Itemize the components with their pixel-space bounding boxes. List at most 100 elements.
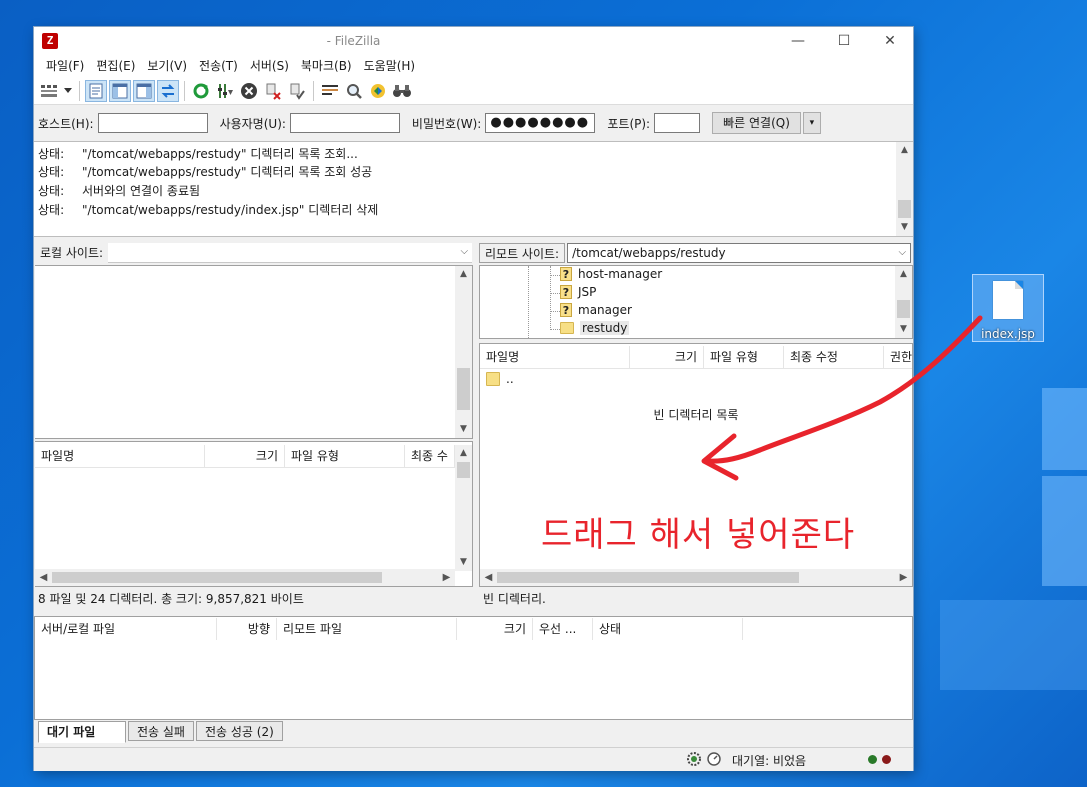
remote-tree-item-jsp[interactable]: ? JSP <box>560 285 596 299</box>
queue-header: 서버/로컬 파일 방향 리모트 파일 크기 우선 ... 상태 <box>35 618 912 640</box>
site-manager-dropdown-button[interactable] <box>62 80 74 102</box>
scroll-left-arrow-icon[interactable]: ◀ <box>480 569 497 586</box>
toggle-transfer-queue-button[interactable] <box>157 79 179 102</box>
remote-parent-dir-row[interactable]: .. <box>486 372 514 386</box>
close-button[interactable]: ✕ <box>867 27 913 55</box>
local-list-scrollbar[interactable]: ▲ ▼ <box>455 445 472 571</box>
scroll-up-arrow-icon[interactable]: ▲ <box>455 266 472 283</box>
toolbar-separator <box>313 80 314 101</box>
menu-transfer[interactable]: 전송(T) <box>193 55 244 77</box>
remote-list-hscrollbar[interactable]: ◀ ▶ <box>480 569 912 586</box>
message-log[interactable]: 상태: "/tomcat/webapps/restudy" 디렉터리 목록 조회.… <box>34 141 913 237</box>
binoculars-icon <box>393 84 411 97</box>
chevron-down-icon[interactable]: ⌵ <box>460 243 468 261</box>
gear-icon[interactable] <box>686 751 702 767</box>
queue-status-text: 대기열: 비었음 <box>732 754 807 768</box>
menu-help[interactable]: 도움말(H) <box>358 55 422 77</box>
scrollbar-thumb[interactable] <box>457 368 470 410</box>
scroll-right-arrow-icon[interactable]: ▶ <box>895 569 912 586</box>
quickconnect-button[interactable]: 빠른 연결(Q) <box>712 112 801 134</box>
file-icon <box>993 281 1023 319</box>
scroll-down-arrow-icon[interactable]: ▼ <box>896 219 913 236</box>
log-text: "/tomcat/webapps/restudy" 디렉터리 목록 조회 성공 <box>82 165 373 179</box>
find-files-button[interactable] <box>391 80 413 102</box>
tab-successful-transfers[interactable]: 전송 성공 (2) <box>195 721 283 741</box>
chevron-down-icon <box>64 87 72 93</box>
scroll-down-arrow-icon[interactable]: ▼ <box>455 421 472 438</box>
menu-bookmarks[interactable]: 북마크(B) <box>295 55 358 77</box>
local-directory-tree[interactable]: ▲ ▼ <box>35 265 473 439</box>
local-col-filename[interactable]: 파일명 <box>35 445 205 467</box>
filter-button[interactable] <box>214 80 236 102</box>
scroll-up-arrow-icon[interactable]: ▲ <box>895 266 912 283</box>
reconnect-button[interactable] <box>286 80 308 102</box>
refresh-button[interactable] <box>190 80 212 102</box>
scroll-down-arrow-icon[interactable]: ▼ <box>455 554 472 571</box>
scrollbar-thumb[interactable] <box>457 462 470 478</box>
local-list-hscrollbar[interactable]: ◀ ▶ <box>35 569 455 586</box>
port-input[interactable] <box>654 113 701 133</box>
log-scrollbar[interactable]: ▲ ▼ <box>896 142 913 236</box>
scrollbar-thumb[interactable] <box>52 572 382 583</box>
queue-col-priority[interactable]: 우선 ... <box>533 618 593 640</box>
toggle-local-tree-button[interactable] <box>109 79 131 102</box>
message-log-icon <box>89 83 103 98</box>
local-site-path-input[interactable]: ⌵ <box>108 243 473 263</box>
remote-col-filename[interactable]: 파일명 <box>480 346 630 368</box>
search-icon <box>347 83 362 99</box>
quickconnect-dropdown-button[interactable]: ▾ <box>802 112 821 134</box>
title-bar[interactable]: Z - FileZilla — ☐ ✕ <box>34 27 913 55</box>
username-input[interactable] <box>289 113 400 133</box>
search-remote-button[interactable] <box>343 80 365 102</box>
queue-col-status[interactable]: 상태 <box>593 618 743 640</box>
scroll-left-arrow-icon[interactable]: ◀ <box>35 569 52 586</box>
log-text: 서버와의 연결이 종료됨 <box>82 184 201 198</box>
toggle-remote-tree-button[interactable] <box>133 79 155 102</box>
scrollbar-thumb[interactable] <box>497 572 799 583</box>
disconnect-button[interactable] <box>262 80 284 102</box>
remote-tree-item-restudy[interactable]: restudy <box>560 321 630 335</box>
speed-limit-icon[interactable] <box>706 751 722 767</box>
host-input[interactable] <box>97 113 208 133</box>
directory-listing-filter-button[interactable] <box>319 80 341 102</box>
menu-view[interactable]: 보기(V) <box>141 55 193 77</box>
scroll-right-arrow-icon[interactable]: ▶ <box>438 569 455 586</box>
compare-icon <box>371 83 385 98</box>
maximize-button[interactable]: ☐ <box>821 27 867 55</box>
remote-tree-item-host-manager[interactable]: ? host-manager <box>560 267 662 281</box>
cancel-icon <box>241 82 257 99</box>
local-col-modified[interactable]: 최종 수 <box>405 445 455 467</box>
queue-col-server-local-file[interactable]: 서버/로컬 파일 <box>35 618 217 640</box>
question-folder-icon: ? <box>560 303 572 317</box>
site-manager-button[interactable] <box>38 80 60 102</box>
toggle-message-log-button[interactable] <box>85 79 107 102</box>
scroll-up-arrow-icon[interactable]: ▲ <box>455 445 472 462</box>
local-col-size[interactable]: 크기 <box>205 445 285 467</box>
password-input[interactable]: ●●●●●●●● <box>485 113 596 133</box>
directory-compare-button[interactable] <box>367 80 389 102</box>
scrollbar-thumb[interactable] <box>898 200 911 218</box>
menu-file[interactable]: 파일(F) <box>40 55 90 77</box>
minimize-button[interactable]: — <box>775 27 821 55</box>
remote-site-path-input[interactable]: /tomcat/webapps/restudy ⌵ <box>567 243 912 263</box>
tree-guide-line <box>550 329 560 330</box>
transfer-queue[interactable]: 서버/로컬 파일 방향 리모트 파일 크기 우선 ... 상태 <box>34 616 913 720</box>
remote-site-path-text: /tomcat/webapps/restudy <box>572 246 726 260</box>
menu-edit[interactable]: 편집(E) <box>90 55 141 77</box>
chevron-down-icon[interactable]: ⌵ <box>899 244 907 262</box>
menu-server[interactable]: 서버(S) <box>244 55 295 77</box>
log-status-label: 상태: <box>38 147 65 161</box>
cancel-operation-button[interactable] <box>238 80 260 102</box>
log-line: 상태: "/tomcat/webapps/restudy/index.jsp" 디… <box>38 201 378 218</box>
local-tree-scrollbar[interactable]: ▲ ▼ <box>455 266 472 438</box>
queue-col-remote-file[interactable]: 리모트 파일 <box>277 618 457 640</box>
local-file-list[interactable]: 파일명 크기 파일 유형 최종 수 ▲ ▼ ◀ ▶ <box>35 441 473 587</box>
scroll-up-arrow-icon[interactable]: ▲ <box>896 142 913 159</box>
tab-queued-files[interactable]: 대기 파일 <box>38 721 126 743</box>
local-col-type[interactable]: 파일 유형 <box>285 445 405 467</box>
queue-col-size[interactable]: 크기 <box>457 618 533 640</box>
tab-failed-transfers[interactable]: 전송 실패 <box>128 721 194 741</box>
queue-col-direction[interactable]: 방향 <box>217 618 277 640</box>
tree-guide-line <box>528 266 529 338</box>
remote-tree-item-manager[interactable]: ? manager <box>560 303 632 317</box>
